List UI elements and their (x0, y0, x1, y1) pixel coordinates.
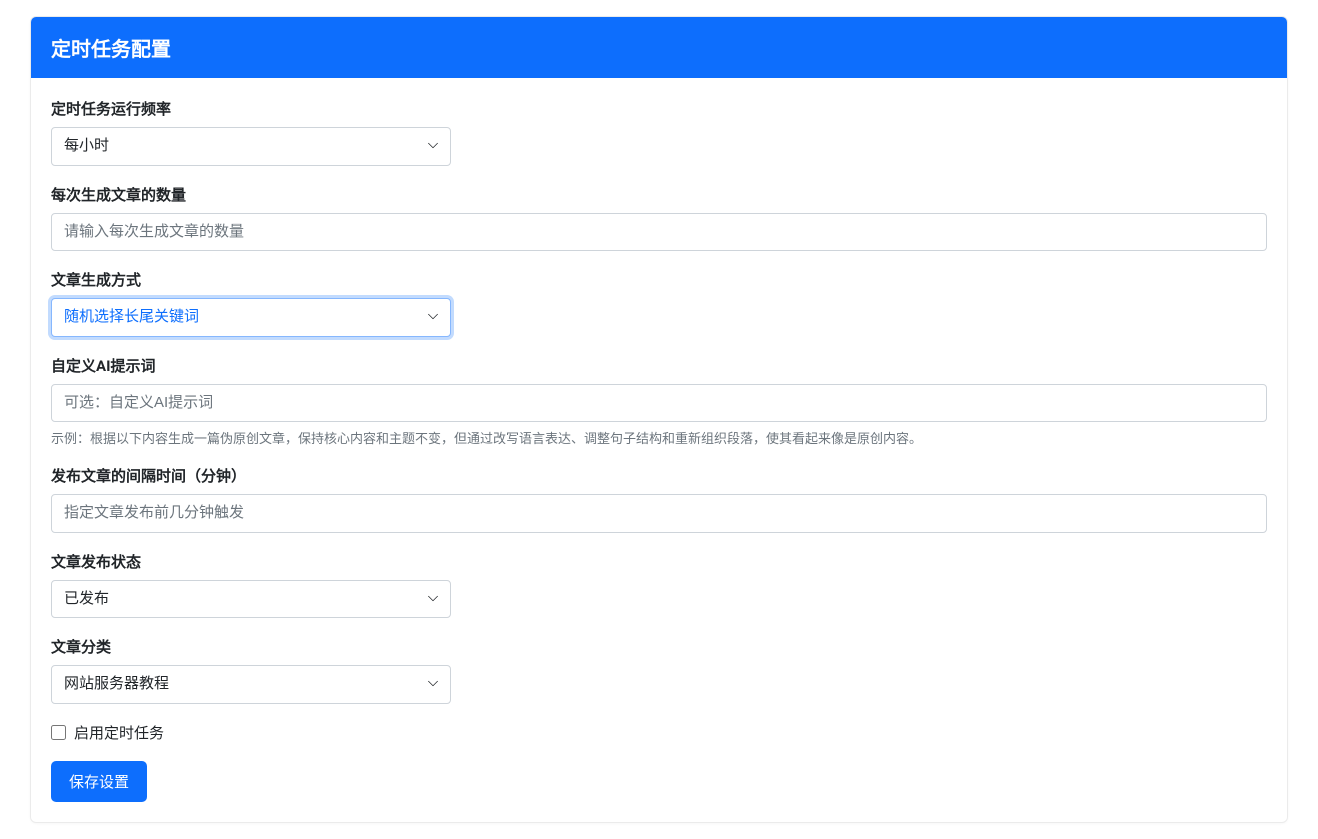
article-count-label: 每次生成文章的数量 (51, 184, 1267, 205)
category-label: 文章分类 (51, 636, 1267, 657)
gen-method-group: 文章生成方式 随机选择长尾关键词 (51, 269, 1267, 337)
publish-status-select-wrapper: 已发布 (51, 580, 451, 619)
publish-status-label: 文章发布状态 (51, 551, 1267, 572)
frequency-select-wrapper: 每小时 (51, 127, 451, 166)
ai-prompt-input[interactable] (51, 384, 1267, 423)
frequency-label: 定时任务运行频率 (51, 98, 1267, 119)
enable-checkbox[interactable] (51, 725, 66, 740)
publish-status-select[interactable]: 已发布 (51, 580, 451, 619)
card-title: 定时任务配置 (51, 37, 171, 61)
config-card: 定时任务配置 定时任务运行频率 每小时 每次生成文章的数量 文章生成方式 随机选… (30, 16, 1288, 823)
publish-status-group: 文章发布状态 已发布 (51, 551, 1267, 619)
enable-checkbox-label[interactable]: 启用定时任务 (74, 722, 164, 743)
article-count-input[interactable] (51, 213, 1267, 252)
interval-label: 发布文章的间隔时间（分钟） (51, 465, 1267, 486)
gen-method-select-wrapper: 随机选择长尾关键词 (51, 298, 451, 337)
gen-method-select[interactable]: 随机选择长尾关键词 (51, 298, 451, 337)
save-button[interactable]: 保存设置 (51, 761, 147, 802)
interval-input[interactable] (51, 494, 1267, 533)
category-group: 文章分类 网站服务器教程 (51, 636, 1267, 704)
card-body: 定时任务运行频率 每小时 每次生成文章的数量 文章生成方式 随机选择长尾关键词 (31, 78, 1287, 822)
ai-prompt-label: 自定义AI提示词 (51, 355, 1267, 376)
ai-prompt-group: 自定义AI提示词 示例：根据以下内容生成一篇伪原创文章，保持核心内容和主题不变，… (51, 355, 1267, 448)
interval-group: 发布文章的间隔时间（分钟） (51, 465, 1267, 533)
category-select[interactable]: 网站服务器教程 (51, 665, 451, 704)
enable-check-group: 启用定时任务 (51, 722, 1267, 743)
frequency-select[interactable]: 每小时 (51, 127, 451, 166)
category-select-wrapper: 网站服务器教程 (51, 665, 451, 704)
gen-method-label: 文章生成方式 (51, 269, 1267, 290)
card-header: 定时任务配置 (31, 17, 1287, 78)
ai-prompt-hint: 示例：根据以下内容生成一篇伪原创文章，保持核心内容和主题不变，但通过改写语言表达… (51, 428, 1267, 447)
article-count-group: 每次生成文章的数量 (51, 184, 1267, 252)
frequency-group: 定时任务运行频率 每小时 (51, 98, 1267, 166)
